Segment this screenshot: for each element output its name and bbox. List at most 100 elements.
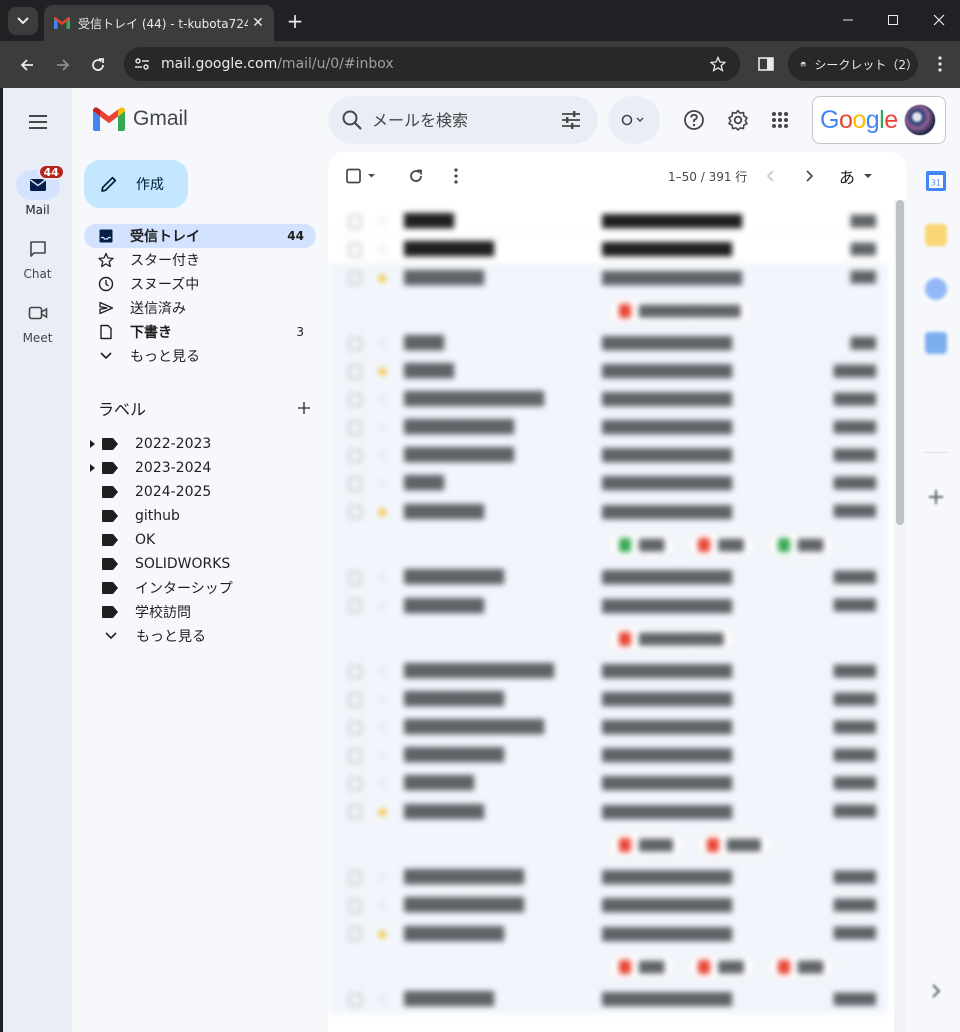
row-checkbox[interactable] bbox=[348, 476, 362, 491]
rail-item-chat[interactable]: Chat bbox=[3, 234, 72, 281]
star-icon[interactable]: ☆ bbox=[376, 448, 389, 464]
message-row[interactable]: ☆ ████████████ █████████████ █████ bbox=[328, 892, 888, 920]
star-icon[interactable]: ☆ bbox=[376, 476, 389, 492]
star-icon[interactable]: ★ bbox=[376, 505, 389, 521]
message-row[interactable]: ☆█████████████████████████ bbox=[328, 236, 888, 264]
account-avatar[interactable] bbox=[903, 104, 936, 136]
message-row[interactable]: ★ ████████ ██████████████ ███ ████████████ bbox=[328, 264, 888, 330]
attachment-chip[interactable]: ████████████ bbox=[608, 298, 752, 324]
forward-button[interactable] bbox=[50, 52, 76, 78]
message-row[interactable]: ★ ████████ █████████████ █████ ███ ███ ███ bbox=[328, 498, 888, 564]
row-checkbox[interactable] bbox=[348, 420, 362, 435]
newer-page-button[interactable] bbox=[760, 164, 780, 188]
star-icon[interactable]: ☆ bbox=[376, 214, 389, 230]
close-window-button[interactable] bbox=[924, 6, 954, 34]
message-row[interactable]: ☆ ██████████████ █████████████ █████ bbox=[328, 714, 888, 742]
gmail-logo[interactable]: Gmail bbox=[93, 107, 188, 131]
star-icon[interactable]: ☆ bbox=[376, 898, 389, 914]
star-icon[interactable]: ☆ bbox=[376, 776, 389, 792]
contacts-icon[interactable] bbox=[925, 332, 947, 354]
address-bar[interactable]: mail.google.com/mail/u/0/#inbox bbox=[124, 47, 740, 81]
star-icon[interactable]: ☆ bbox=[376, 599, 389, 615]
account-button[interactable]: Google bbox=[812, 96, 946, 144]
label-item[interactable]: SOLIDWORKS bbox=[84, 552, 316, 576]
row-checkbox[interactable] bbox=[348, 992, 362, 1007]
maximize-button[interactable] bbox=[878, 6, 908, 34]
back-button[interactable] bbox=[14, 52, 40, 78]
refresh-button[interactable] bbox=[404, 164, 428, 188]
row-checkbox[interactable] bbox=[348, 336, 362, 351]
row-checkbox[interactable] bbox=[348, 664, 362, 679]
message-row[interactable]: ☆ ██████████ █████████████ █████ bbox=[328, 742, 888, 770]
nav-item-starred[interactable]: スター付き bbox=[84, 248, 316, 272]
message-row[interactable]: ☆██████████████████████ bbox=[328, 208, 888, 236]
star-icon[interactable]: ☆ bbox=[376, 992, 389, 1008]
label-item[interactable]: github bbox=[84, 504, 316, 528]
star-icon[interactable]: ☆ bbox=[376, 392, 389, 408]
calendar-icon[interactable]: 31 bbox=[925, 170, 947, 192]
search-options-icon[interactable] bbox=[560, 109, 582, 131]
row-checkbox[interactable] bbox=[348, 392, 362, 407]
star-icon[interactable]: ★ bbox=[376, 805, 389, 821]
keep-icon[interactable] bbox=[925, 224, 947, 246]
message-row[interactable]: ☆██████████████████████ bbox=[328, 470, 888, 498]
minimize-button[interactable] bbox=[833, 6, 863, 34]
more-actions-button[interactable] bbox=[446, 164, 466, 188]
message-row[interactable]: ☆█████████████████████████ bbox=[328, 770, 888, 798]
star-icon[interactable]: ☆ bbox=[376, 336, 389, 352]
row-checkbox[interactable] bbox=[348, 364, 362, 379]
bookmark-star-icon[interactable] bbox=[710, 56, 726, 72]
attachment-chip[interactable]: ███ bbox=[608, 954, 676, 980]
incognito-indicator[interactable]: シークレット（2） bbox=[788, 47, 918, 81]
row-checkbox[interactable] bbox=[348, 505, 362, 519]
row-checkbox[interactable] bbox=[348, 870, 362, 885]
message-row[interactable]: ☆ ███████████ █████████████ █████ bbox=[328, 414, 888, 442]
star-icon[interactable]: ☆ bbox=[376, 420, 389, 436]
expand-arrow-icon[interactable] bbox=[90, 464, 95, 472]
message-row[interactable]: ☆ ████ █████████████ ███ bbox=[328, 330, 888, 358]
search-input[interactable] bbox=[372, 108, 542, 132]
search-bar[interactable] bbox=[328, 96, 598, 144]
tab-search-button[interactable] bbox=[8, 7, 38, 35]
older-page-button[interactable] bbox=[800, 164, 820, 188]
star-icon[interactable]: ★ bbox=[376, 271, 389, 287]
attachment-chip[interactable]: ███ bbox=[766, 532, 835, 558]
row-checkbox[interactable] bbox=[348, 448, 362, 463]
nav-item-snoozed[interactable]: スヌーズ中 bbox=[84, 272, 316, 296]
nav-item-more[interactable]: もっと見る bbox=[84, 344, 316, 368]
star-icon[interactable]: ☆ bbox=[376, 870, 389, 886]
label-item[interactable]: 2022-2023 bbox=[84, 432, 316, 456]
google-apps-button[interactable] bbox=[767, 107, 793, 133]
row-checkbox[interactable] bbox=[348, 927, 362, 941]
message-row[interactable]: ★ ██████████ █████████████ █████ ███ ███ ██… bbox=[328, 920, 888, 986]
support-button[interactable] bbox=[681, 107, 707, 133]
side-panel-icon[interactable] bbox=[756, 54, 776, 74]
label-item[interactable]: 2023-2024 bbox=[84, 456, 316, 480]
message-row[interactable]: ☆ ███████████████ █████████████ █████ bbox=[328, 658, 888, 686]
main-menu-icon[interactable] bbox=[26, 110, 50, 134]
tasks-icon[interactable] bbox=[925, 278, 947, 300]
search-icon[interactable] bbox=[341, 109, 363, 131]
nav-item-drafts[interactable]: 下書き 3 bbox=[84, 320, 316, 344]
close-tab-icon[interactable]: ✕ bbox=[250, 14, 266, 32]
attachment-chip[interactable]: ███ bbox=[608, 532, 676, 558]
attachment-chip[interactable]: ██████████ bbox=[608, 626, 735, 652]
message-row[interactable]: ☆ █████████ █████████████ █████ bbox=[328, 986, 888, 1014]
row-checkbox[interactable] bbox=[348, 898, 362, 913]
browser-menu-button[interactable] bbox=[930, 54, 950, 74]
expand-arrow-icon[interactable] bbox=[90, 440, 95, 448]
message-list-scrollbar[interactable] bbox=[894, 200, 906, 1032]
scrollbar-thumb[interactable] bbox=[896, 200, 904, 525]
new-tab-button[interactable]: + bbox=[284, 9, 306, 33]
browser-tab-gmail[interactable]: 受信トレイ (44) - t-kubota72459 ✕ bbox=[44, 5, 274, 41]
row-checkbox[interactable] bbox=[348, 214, 362, 229]
message-row[interactable]: ★ █████ █████████████ █████ bbox=[328, 358, 888, 386]
label-item[interactable]: OK bbox=[84, 528, 316, 552]
star-icon[interactable]: ★ bbox=[376, 927, 389, 943]
star-icon[interactable]: ☆ bbox=[376, 748, 389, 764]
star-icon[interactable]: ☆ bbox=[376, 692, 389, 708]
star-icon[interactable]: ☆ bbox=[376, 720, 389, 736]
row-checkbox[interactable] bbox=[348, 570, 362, 585]
star-icon[interactable]: ★ bbox=[376, 364, 389, 380]
row-checkbox[interactable] bbox=[348, 805, 362, 819]
